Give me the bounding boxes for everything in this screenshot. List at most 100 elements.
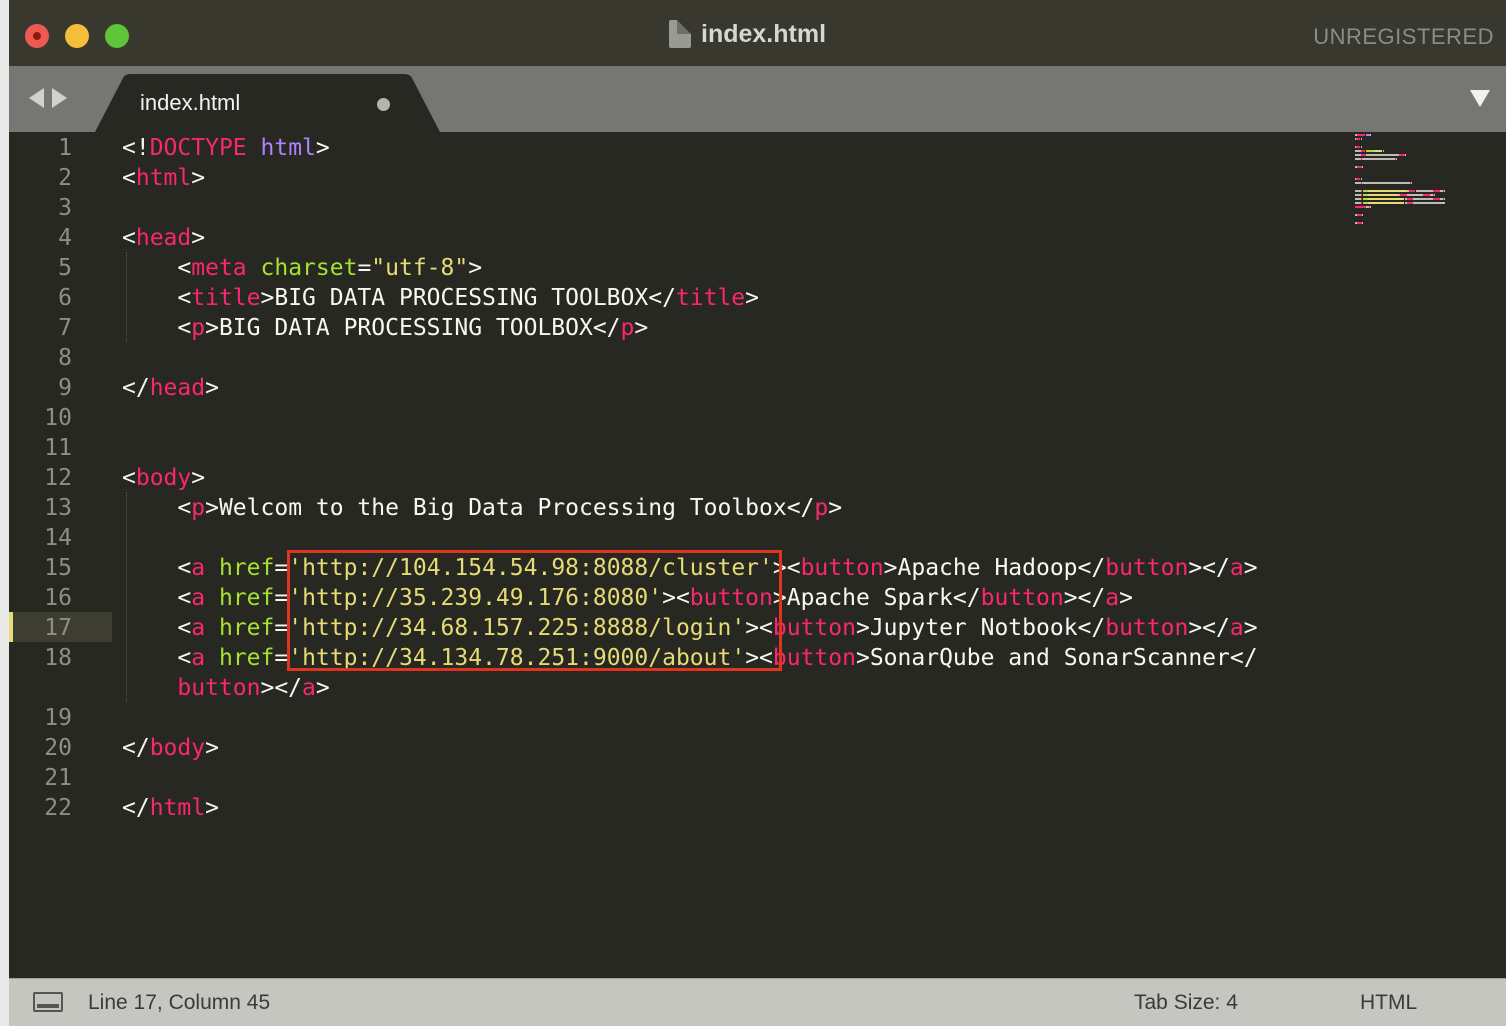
line-number: 17 [44, 615, 72, 641]
minimap-mark [1411, 182, 1413, 184]
line-number: 15 [44, 555, 72, 581]
line-number: 21 [44, 765, 72, 791]
minimize-button-icon[interactable] [65, 24, 89, 48]
minimap-mark [1360, 202, 1362, 204]
line-number: 16 [44, 585, 72, 611]
code-line[interactable]: <meta charset="utf-8"> [122, 253, 482, 283]
code-token: html [135, 165, 192, 191]
code-token: < [122, 315, 192, 341]
code-line[interactable]: </head> [122, 373, 219, 403]
minimap-mark [1368, 198, 1405, 200]
line-number: 4 [58, 225, 72, 251]
code-token: > [191, 225, 206, 251]
code-token: a [191, 555, 206, 581]
minimap-mark [1361, 182, 1410, 184]
tab-label: index.html [140, 90, 241, 115]
code-line[interactable]: button></a> [122, 673, 329, 703]
tab-modified-dot-icon[interactable] [377, 98, 390, 111]
code-token: > [1243, 615, 1258, 641]
minimap-mark [1433, 190, 1440, 192]
code-line[interactable]: </body> [122, 733, 219, 763]
code-token: a [191, 645, 206, 671]
code-line[interactable]: <p>BIG DATA PROCESSING TOOLBOX</p> [122, 313, 648, 343]
minimap-mark [1361, 214, 1363, 216]
minimap-mark [1382, 150, 1384, 152]
tab-dropdown-icon[interactable] [1470, 90, 1490, 107]
maximize-button-icon[interactable] [105, 24, 129, 48]
code-line[interactable]: <p>Welcom to the Big Data Processing Too… [122, 493, 842, 523]
minimap-mark [1360, 198, 1362, 200]
code-token: body [149, 735, 206, 761]
editor-window: index.html UNREGISTERED index.html 12345… [9, 0, 1506, 1026]
code-token: >Jupyter Notbook</ [855, 615, 1106, 641]
code-line[interactable]: <html> [122, 163, 205, 193]
line-number-gutter: 1 2 3 4 5 6 7 8 9 10 11 12 13 14 15 16 17 18 19 20 21 22 [9, 132, 112, 978]
code-token: </ [122, 735, 150, 761]
code-token: button [1105, 555, 1189, 581]
code-token: > [634, 315, 649, 341]
minimap-mark [1360, 194, 1362, 196]
code-token: a [191, 585, 206, 611]
console-panel-icon[interactable] [33, 992, 63, 1012]
line-number: 13 [44, 495, 72, 521]
code-line[interactable]: <head> [122, 223, 205, 253]
line-number: 14 [44, 525, 72, 551]
code-token: < [122, 585, 192, 611]
code-token: meta [191, 255, 247, 281]
close-button-icon[interactable] [25, 24, 49, 48]
code-token: < [122, 555, 192, 581]
code-token: p [620, 315, 635, 341]
code-token: > [745, 285, 760, 311]
code-token: > [205, 375, 219, 401]
code-line[interactable]: </html> [122, 793, 219, 823]
code-token: a [1105, 585, 1120, 611]
minimap-mark [1444, 198, 1446, 200]
tab-index-html[interactable]: index.html [95, 74, 440, 132]
minimap-mark [1361, 222, 1363, 224]
status-bar: Line 17, Column 45 Tab Size: 4 HTML [9, 978, 1506, 1026]
line-number: 12 [44, 465, 72, 491]
line-number: 1 [58, 135, 72, 161]
code-token: href [218, 645, 275, 671]
minimap-mark [1361, 166, 1363, 168]
code-token: < [122, 255, 192, 281]
tab-size-selector[interactable]: Tab Size: 4 [1134, 991, 1238, 1015]
minimap-mark [1406, 198, 1414, 200]
minimap-mark [1413, 198, 1434, 200]
syntax-selector[interactable]: HTML [1360, 991, 1417, 1015]
line-number: 3 [58, 195, 72, 221]
code-token: >Apache Spark</ [772, 585, 981, 611]
code-line[interactable]: <title>BIG DATA PROCESSING TOOLBOX</titl… [122, 283, 759, 313]
code-token: > [468, 255, 483, 281]
minimap-mark [1406, 202, 1414, 204]
line-number: 6 [58, 285, 72, 311]
code-token: button [122, 675, 261, 701]
code-token: button [800, 555, 884, 581]
minimap[interactable] [1345, 132, 1505, 232]
minimap-mark [1355, 206, 1366, 208]
code-token: href [218, 555, 275, 581]
minimap-mark [1370, 206, 1372, 208]
code-token: >BIG DATA PROCESSING TOOLBOX</ [205, 315, 621, 341]
title-bar: index.html UNREGISTERED [9, 0, 1506, 67]
code-token: < [122, 285, 192, 311]
nav-forward-icon[interactable] [52, 88, 67, 108]
code-token: >SonarQube and SonarScanner</ [855, 645, 1258, 671]
window-title-text: index.html [701, 19, 827, 48]
code-token: < [122, 465, 136, 491]
tab-navigation [29, 88, 67, 108]
code-editor[interactable]: 1 2 3 4 5 6 7 8 9 10 11 12 13 14 15 16 17 18 19 20 21 22 <!DO… [9, 132, 1506, 978]
minimap-mark [1415, 190, 1434, 192]
line-number: 10 [44, 405, 72, 431]
code-token: </ [122, 375, 150, 401]
code-token: href [218, 585, 275, 611]
minimap-mark [1360, 190, 1362, 192]
cursor-position[interactable]: Line 17, Column 45 [88, 991, 270, 1015]
nav-back-icon[interactable] [29, 88, 44, 108]
code-line[interactable]: <body> [122, 463, 205, 493]
code-token: p [814, 495, 829, 521]
unregistered-label: UNREGISTERED [1313, 24, 1494, 49]
code-token: </ [122, 795, 150, 821]
code-line[interactable]: <!DOCTYPE html> [122, 133, 330, 163]
